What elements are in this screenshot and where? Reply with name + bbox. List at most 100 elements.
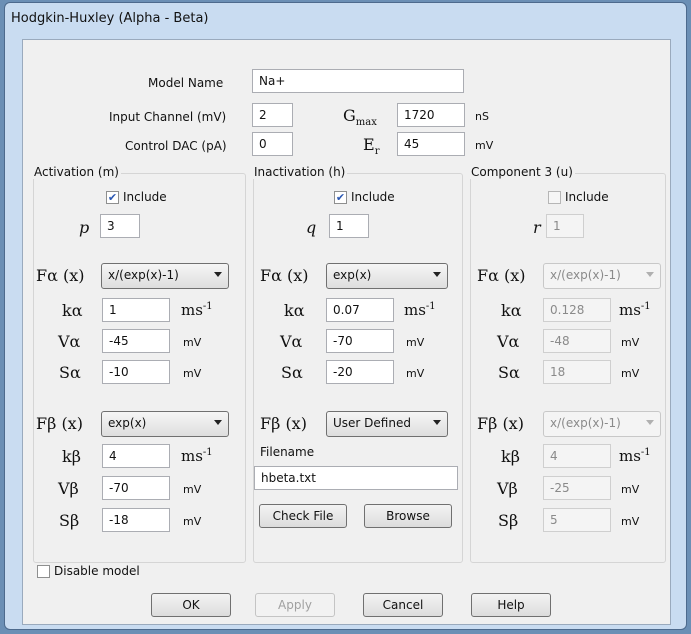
activation-v-alpha-label: Vα [58,332,81,351]
activation-f-beta-label: Fβ (x) [36,414,83,433]
inactivation-f-alpha-value: exp(x) [333,268,372,282]
component3-v-alpha-label: Vα [497,332,520,351]
control-dac-label: Control DAC (pA) [125,139,227,153]
chevron-down-icon [214,420,222,425]
activation-v-beta-input[interactable]: -70 [102,476,170,500]
component3-include-checkbox[interactable] [548,191,561,204]
component3-f-beta-value: x/(exp(x)-1) [550,416,621,430]
component3-s-alpha-unit: mV [621,367,640,380]
cancel-button[interactable]: Cancel [363,593,443,617]
activation-f-beta-select[interactable]: exp(x) [101,411,229,437]
component3-include-label: Include [565,190,609,204]
ms-superscript: -1 [202,447,213,458]
gmax-input[interactable]: 1720 [397,103,465,127]
activation-v-alpha-input[interactable]: -45 [102,329,170,353]
model-name-input[interactable]: Na+ [252,69,464,93]
component3-f-alpha-select[interactable]: x/(exp(x)-1) [543,263,661,289]
activation-f-alpha-label: Fα (x) [36,266,85,285]
ms-text: ms [619,447,641,465]
inactivation-f-alpha-label: Fα (x) [260,266,309,285]
component3-group-title: Component 3 (u) [469,165,575,179]
chevron-down-icon [646,272,654,277]
activation-group: Activation (m) ✔ Include p 3 Fα (x) x/(e… [32,165,246,563]
chevron-down-icon [433,420,441,425]
component3-s-beta-label: Sβ [498,511,519,530]
component3-group: Component 3 (u) Include r 1 Fα (x) x/(ex… [469,165,666,563]
check-icon: ✔ [107,191,118,204]
component3-v-alpha-unit: mV [621,336,640,349]
inactivation-f-beta-select[interactable]: User Defined [326,411,448,437]
filename-input[interactable]: hbeta.txt [254,466,458,490]
inactivation-q-label: q [306,218,317,237]
activation-v-beta-unit: mV [183,483,202,496]
inactivation-v-alpha-label: Vα [280,332,303,351]
model-name-label: Model Name [148,76,224,90]
component3-k-alpha-input[interactable]: 0.128 [543,298,611,322]
inactivation-f-beta-label: Fβ (x) [260,414,307,433]
check-icon: ✔ [335,191,346,204]
activation-include-checkbox[interactable]: ✔ [106,191,119,204]
inactivation-s-alpha-label: Sα [281,363,303,382]
inactivation-q-input[interactable]: 1 [329,214,369,238]
inactivation-v-alpha-input[interactable]: -70 [326,329,394,353]
ms-text: ms [404,301,426,319]
inactivation-include-label: Include [351,190,395,204]
activation-k-beta-input[interactable]: 4 [102,444,170,468]
apply-button[interactable]: Apply [255,593,335,617]
help-button[interactable]: Help [471,593,551,617]
disable-model-checkbox[interactable] [37,565,50,578]
component3-f-beta-select[interactable]: x/(exp(x)-1) [543,411,661,437]
inactivation-k-alpha-input[interactable]: 0.07 [326,298,394,322]
er-symbol: E [363,135,375,154]
activation-p-input[interactable]: 3 [100,214,140,238]
browse-button[interactable]: Browse [364,504,452,528]
activation-f-alpha-select[interactable]: x/(exp(x)-1) [101,263,229,289]
ms-superscript: -1 [202,301,213,312]
inactivation-k-alpha-label: kα [284,301,305,320]
component3-v-alpha-input[interactable]: -48 [543,329,611,353]
activation-s-alpha-label: Sα [59,363,81,382]
er-input[interactable]: 45 [397,132,465,156]
ms-superscript: -1 [640,447,651,458]
component3-v-beta-input[interactable]: -25 [543,476,611,500]
er-subscript: r [374,146,380,158]
control-dac-input[interactable]: 0 [252,132,293,156]
input-channel-input[interactable]: 2 [252,103,293,127]
er-label: Er [363,135,379,157]
ms-text: ms [619,301,641,319]
activation-group-title: Activation (m) [32,165,121,179]
chevron-down-icon [433,272,441,277]
activation-s-alpha-input[interactable]: -10 [102,360,170,384]
inactivation-k-alpha-unit: ms-1 [404,301,436,319]
ms-text: ms [181,447,203,465]
inactivation-v-alpha-unit: mV [406,336,425,349]
component3-k-beta-unit: ms-1 [619,447,651,465]
activation-k-alpha-label: kα [62,301,83,320]
ms-superscript: -1 [640,301,651,312]
activation-v-alpha-unit: mV [183,336,202,349]
filename-label: Filename [260,445,315,459]
activation-v-beta-label: Vβ [58,479,79,498]
component3-k-alpha-unit: ms-1 [619,301,651,319]
inactivation-f-alpha-select[interactable]: exp(x) [326,263,448,289]
activation-k-beta-unit: ms-1 [181,447,213,465]
component3-s-beta-unit: mV [621,515,640,528]
activation-s-beta-unit: mV [183,515,202,528]
activation-s-beta-input[interactable]: -18 [102,508,170,532]
input-channel-label: Input Channel (mV) [109,110,227,124]
gmax-label: Gmax [343,106,377,128]
activation-f-beta-value: exp(x) [108,416,147,430]
disable-model-label: Disable model [54,564,140,578]
ms-superscript: -1 [425,301,436,312]
ok-button[interactable]: OK [151,593,231,617]
inactivation-include-checkbox[interactable]: ✔ [334,191,347,204]
check-file-button[interactable]: Check File [259,504,347,528]
component3-s-alpha-input[interactable]: 18 [543,360,611,384]
component3-r-input[interactable]: 1 [546,214,584,238]
activation-k-alpha-unit: ms-1 [181,301,213,319]
inactivation-s-alpha-input[interactable]: -20 [326,360,394,384]
component3-k-beta-input[interactable]: 4 [543,444,611,468]
component3-s-beta-input[interactable]: 5 [543,508,611,532]
activation-k-alpha-input[interactable]: 1 [102,298,170,322]
component3-f-beta-label: Fβ (x) [477,414,524,433]
